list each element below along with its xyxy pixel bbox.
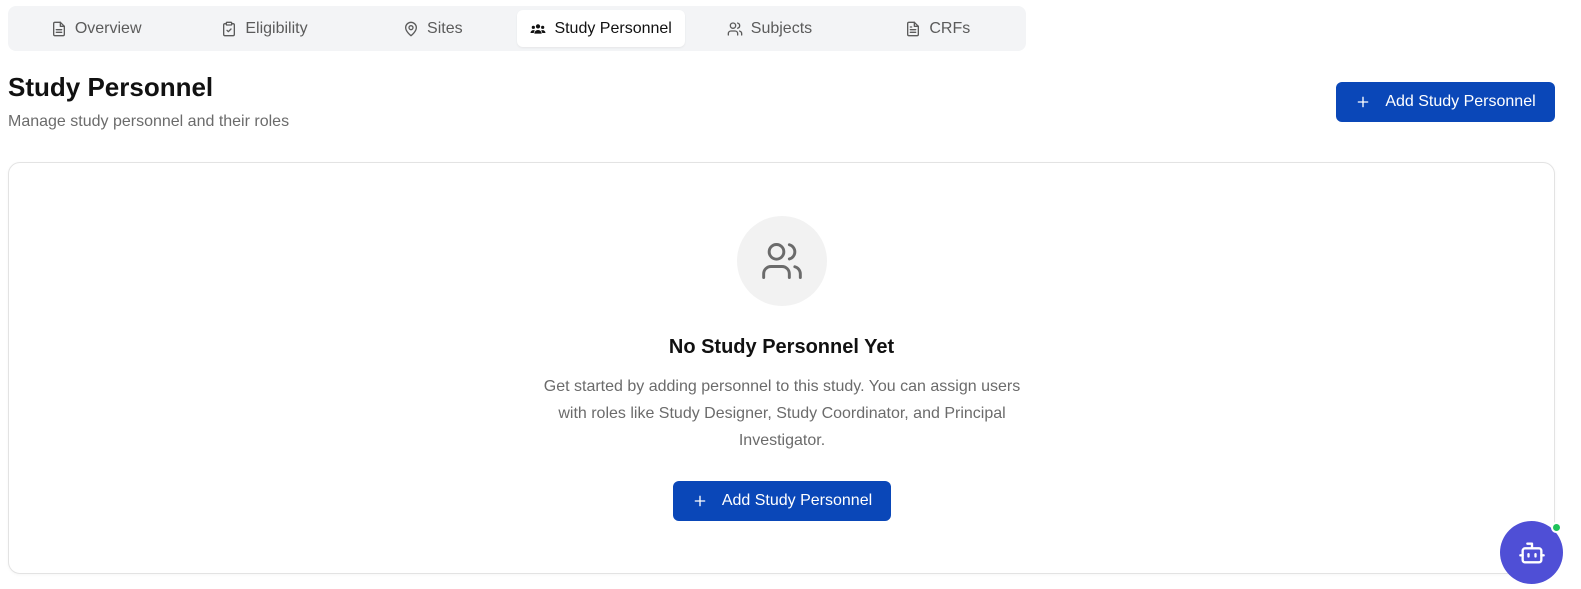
- button-label: Add Study Personnel: [721, 492, 873, 509]
- tab-overview[interactable]: Overview: [12, 10, 180, 47]
- plus-icon: [1357, 96, 1369, 108]
- empty-state-add-button[interactable]: Add Study Personnel: [673, 481, 891, 521]
- empty-state-icon-circle: [737, 216, 827, 306]
- tab-label: CRFs: [929, 19, 971, 37]
- tab-label: Sites: [427, 19, 463, 37]
- file-text-icon: [52, 21, 65, 36]
- users-icon: [762, 243, 802, 279]
- tab-label: Eligibility: [245, 19, 308, 37]
- file-text-icon: [907, 21, 920, 36]
- online-status-dot: [1551, 522, 1562, 533]
- tab-bar: Overview Eligibility Sites Study Personn…: [8, 6, 1026, 51]
- tab-subjects[interactable]: Subjects: [685, 10, 853, 47]
- tab-sites[interactable]: Sites: [349, 10, 517, 47]
- add-study-personnel-button[interactable]: Add Study Personnel: [1336, 82, 1555, 122]
- tab-study-personnel[interactable]: Study Personnel: [516, 10, 686, 47]
- button-label: Add Study Personnel: [1385, 93, 1536, 110]
- empty-state-card: No Study Personnel Yet Get started by ad…: [8, 162, 1555, 574]
- plus-icon: [694, 495, 706, 507]
- clipboard-check-icon: [223, 21, 236, 36]
- tab-label: Overview: [74, 19, 142, 37]
- page-title: Study Personnel: [8, 72, 214, 102]
- tab-label: Study Personnel: [554, 19, 672, 37]
- empty-state-description: Get started by adding personnel to this …: [543, 378, 1021, 449]
- tab-label: Subjects: [750, 19, 813, 37]
- page-subtitle: Manage study personnel and their roles: [8, 113, 290, 130]
- tab-eligibility[interactable]: Eligibility: [180, 10, 348, 47]
- map-pin-icon: [405, 21, 418, 36]
- empty-state-title: No Study Personnel Yet: [668, 336, 895, 358]
- users-icon: [727, 21, 743, 36]
- bot-icon: [1518, 542, 1545, 563]
- tab-crfs[interactable]: CRFs: [854, 10, 1022, 47]
- users-filled-icon: [530, 23, 546, 34]
